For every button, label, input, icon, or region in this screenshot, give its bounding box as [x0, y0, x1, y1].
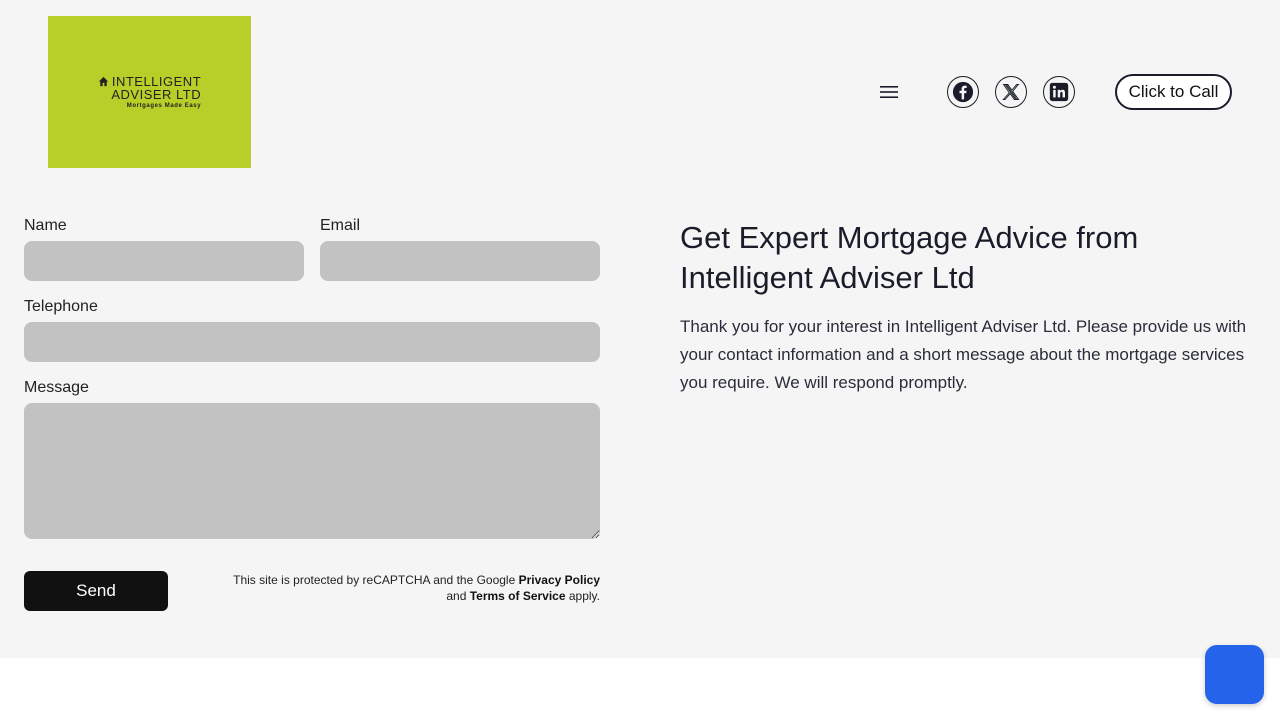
message-label: Message — [24, 379, 89, 396]
hamburger-icon — [880, 86, 898, 98]
click-to-call-button[interactable]: Click to Call — [1115, 74, 1232, 110]
telephone-label: Telephone — [24, 298, 98, 315]
email-label: Email — [320, 217, 361, 234]
x-twitter-icon — [1002, 84, 1020, 100]
recaptcha-and: and — [446, 589, 470, 603]
house-icon — [98, 76, 108, 87]
page-heading: Get Expert Mortgage Advice from Intellig… — [680, 220, 1139, 295]
name-input[interactable] — [24, 241, 304, 281]
message-textarea[interactable] — [24, 403, 600, 539]
x-twitter-link[interactable] — [995, 76, 1027, 108]
linkedin-link[interactable] — [1043, 76, 1075, 108]
send-button[interactable]: Send — [24, 571, 168, 611]
logo-tagline: Mortgages Made Easy — [126, 103, 202, 109]
recaptcha-prefix: This site is protected by reCAPTCHA and … — [233, 573, 519, 587]
linkedin-icon — [1049, 82, 1069, 102]
recaptcha-notice: This site is protected by reCAPTCHA and … — [200, 572, 600, 604]
telephone-input[interactable] — [24, 322, 600, 362]
terms-of-service-link[interactable]: Terms of Service — [470, 589, 566, 603]
intro-paragraph: Thank you for your interest in Intellige… — [680, 317, 1247, 392]
facebook-link[interactable] — [947, 76, 979, 108]
privacy-policy-link[interactable]: Privacy Policy — [519, 573, 600, 587]
menu-button[interactable] — [877, 80, 901, 104]
email-input[interactable] — [320, 241, 600, 281]
logo-wordmark: INTELLIGENT ADVISER LTD Mortgages Made E… — [98, 75, 201, 109]
logo-text-line2: ADVISER LTD — [111, 87, 202, 102]
site-logo[interactable]: INTELLIGENT ADVISER LTD Mortgages Made E… — [48, 16, 251, 168]
recaptcha-suffix: apply. — [565, 589, 600, 603]
chat-widget-button[interactable] — [1205, 645, 1264, 704]
facebook-icon — [952, 81, 974, 103]
name-label: Name — [24, 217, 67, 234]
